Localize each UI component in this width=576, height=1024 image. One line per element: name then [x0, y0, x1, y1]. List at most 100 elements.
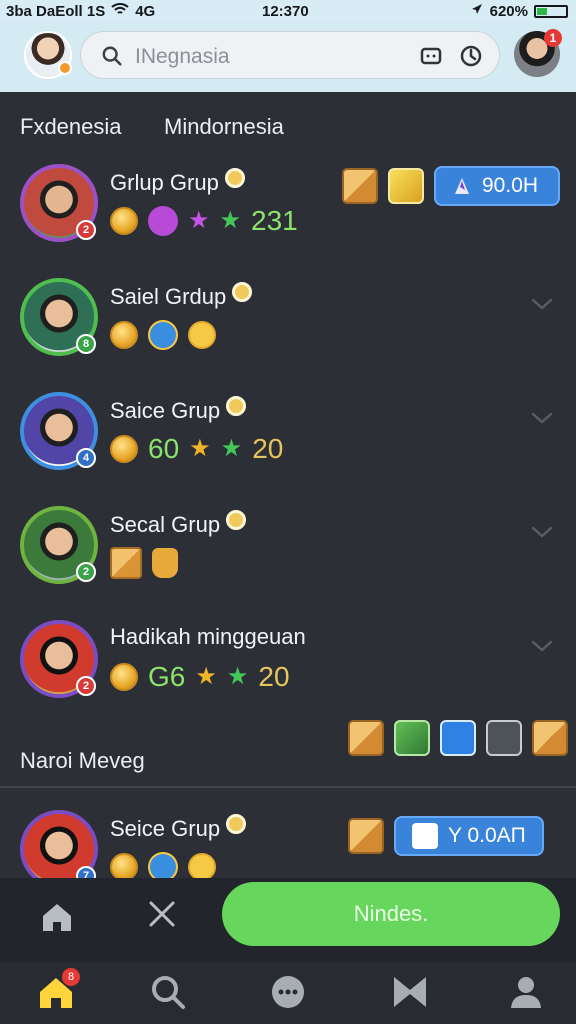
verified-badge-icon: [226, 814, 247, 834]
verified-badge-icon: [226, 396, 247, 416]
clock-icon[interactable]: [459, 44, 483, 68]
action-bar: Nindes.: [0, 878, 576, 962]
star-count: 20: [258, 661, 290, 692]
tab-mindornesia[interactable]: Mindornesia: [164, 114, 284, 140]
coin-icon: [110, 435, 138, 463]
connect-icon[interactable]: [146, 898, 178, 930]
avatar-badge: 2: [76, 676, 96, 696]
avatar-badge: 2: [76, 562, 96, 582]
join-button[interactable]: 90.0H: [434, 166, 560, 206]
bottom-nav: 8: [0, 962, 576, 1024]
gift-box-icon[interactable]: [348, 720, 384, 756]
box-icon: [110, 547, 142, 579]
gold-star-icon: ★: [189, 435, 211, 462]
join-button-label: Y 0.0AП: [448, 824, 526, 847]
star-icon: ★: [188, 207, 210, 234]
join-button[interactable]: Y 0.0AП: [394, 816, 544, 856]
group-title: Hadikah minggeuan: [110, 624, 306, 650]
smile-emoji-icon: [188, 853, 216, 881]
group-meta: ★ ★ 231: [110, 204, 298, 238]
group-row-1[interactable]: 2 Grlup Grup ★ ★ 231 90.0H: [0, 154, 576, 266]
section-heading: Naroi Meveg: [20, 748, 145, 773]
verified-badge-icon: [226, 510, 247, 530]
group-title: Secal Grup: [110, 510, 247, 538]
group-meta: [110, 546, 178, 580]
thumbs-up-icon: [152, 548, 178, 578]
green-star-icon: ★: [219, 207, 242, 234]
search-input[interactable]: INegnasia: [135, 45, 230, 69]
row-actions: Y 0.0AП: [348, 816, 544, 856]
coin-icon: [110, 663, 138, 691]
verified-badge-icon: [224, 168, 245, 188]
member-count: 231: [251, 205, 298, 236]
avatar-badge: 2: [76, 220, 96, 240]
gold-star-icon: ★: [195, 663, 217, 690]
chevron-down-icon[interactable]: [530, 292, 554, 316]
group-meta: 60 ★ ★ 20: [110, 432, 283, 466]
group-title-text: Secal Grup: [110, 512, 221, 537]
status-left: 3ba DaEoll 1S 4G: [6, 0, 155, 22]
group-title-text: Seice Grup: [110, 816, 221, 841]
gear-icon[interactable]: [440, 720, 476, 756]
section-divider: [0, 786, 576, 788]
home-outline-icon[interactable]: [38, 898, 76, 936]
group-row-3[interactable]: 4 Saice Grup 60 ★ ★ 20: [0, 382, 576, 494]
status-time: 12:370: [262, 2, 309, 20]
blue-emoji-icon: [148, 320, 178, 350]
notification-badge: 1: [544, 29, 562, 47]
group-row-4[interactable]: 2 Secal Grup: [0, 496, 576, 608]
coin-icon: [110, 853, 138, 881]
join-button-label: 90.0H: [482, 174, 539, 197]
group-meta: [110, 318, 216, 352]
verified-badge-icon: [232, 282, 253, 302]
avatar-badge: 4: [76, 448, 96, 468]
flag-icon: [452, 176, 472, 196]
battery-icon: [534, 4, 568, 18]
status-bar: 3ba DaEoll 1S 4G 12:370 620%: [0, 0, 576, 22]
network-text: 4G: [135, 2, 156, 20]
group-title: Seice Grup: [110, 814, 247, 842]
coin-count: G6: [148, 661, 186, 692]
chevron-down-icon[interactable]: [530, 520, 554, 544]
purple-emoji-icon: [148, 206, 178, 236]
user-icon[interactable]: [506, 972, 546, 1012]
chevron-down-icon[interactable]: [530, 634, 554, 658]
gift-box-icon[interactable]: [342, 168, 378, 204]
status-dot: [58, 61, 72, 75]
token-icon: [412, 823, 438, 849]
money-icon[interactable]: [394, 720, 430, 756]
status-right: 620%: [470, 0, 568, 22]
scan-icon[interactable]: [419, 44, 443, 68]
group-title-text: Hadikah minggeuan: [110, 624, 306, 649]
star-count: 20: [252, 433, 284, 464]
coin-icon: [110, 207, 138, 235]
group-title-text: Grlup Grup: [110, 170, 219, 195]
group-title-text: Saice Grup: [110, 398, 221, 423]
search-nav-icon[interactable]: [148, 972, 188, 1012]
coin-icon: [110, 321, 138, 349]
chevron-down-icon[interactable]: [530, 406, 554, 430]
current-user-avatar[interactable]: [24, 31, 72, 79]
bookmark-icon[interactable]: [390, 972, 430, 1012]
avatar-badge: 8: [76, 334, 96, 354]
gift-box-icon[interactable]: [348, 818, 384, 854]
home-badge: 8: [62, 968, 80, 986]
group-row-2[interactable]: 8 Saiel Grdup: [0, 268, 576, 380]
search-bar[interactable]: INegnasia: [80, 31, 500, 79]
coin-count: 60: [148, 433, 180, 464]
section-tabs: Fxdenesia Mindornesia: [0, 92, 576, 154]
search-icon: [101, 45, 123, 67]
section-actions: [348, 720, 568, 756]
tab-fxdenesia[interactable]: Fxdenesia: [20, 114, 122, 140]
gift-box-icon[interactable]: [532, 720, 568, 756]
gold-reward-icon[interactable]: [388, 168, 424, 204]
group-row-5[interactable]: 2 Hadikah minggeuan G6 ★ ★ 20: [0, 610, 576, 722]
group-title: Saiel Grdup: [110, 282, 253, 310]
check-icon[interactable]: [486, 720, 522, 756]
smile-emoji-icon: [188, 321, 216, 349]
primary-action-button[interactable]: Nindes.: [222, 882, 560, 946]
green-star-icon: ★: [226, 663, 249, 690]
group-title-text: Saiel Grdup: [110, 284, 227, 309]
chat-icon[interactable]: [268, 972, 308, 1012]
group-title: Grlup Grup: [110, 168, 245, 196]
